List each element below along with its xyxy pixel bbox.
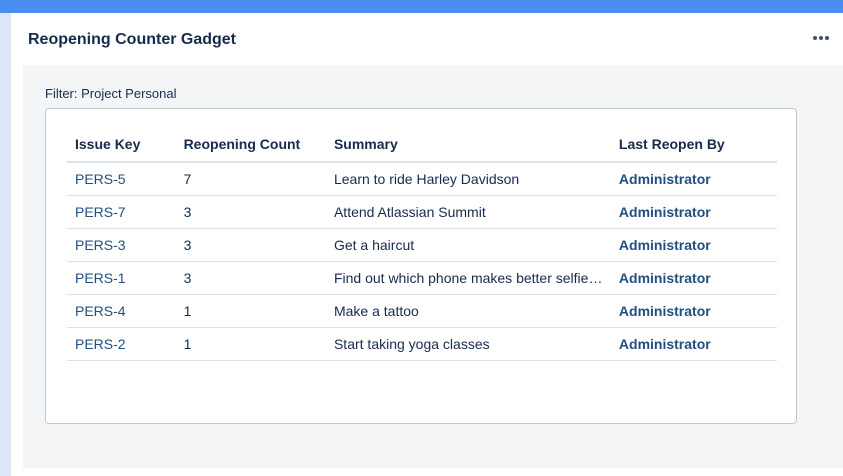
- header-summary: Summary: [325, 127, 611, 163]
- issue-key-link[interactable]: PERS-1: [75, 270, 126, 286]
- table-row: PERS-4 1 Make a tattoo Administrator: [67, 294, 777, 328]
- table-header-row: Issue Key Reopening Count Summary Last R…: [67, 127, 777, 163]
- user-link[interactable]: Administrator: [619, 270, 711, 286]
- table-row: PERS-1 3 Find out which phone makes bett…: [67, 261, 777, 295]
- issue-key-cell: PERS-1: [67, 261, 176, 295]
- gadget-container: Reopening Counter Gadget Filter: Project…: [11, 13, 843, 476]
- more-options-button[interactable]: [809, 27, 833, 49]
- issue-key-cell: PERS-4: [67, 294, 176, 328]
- summary-text: Attend Atlassian Summit: [333, 204, 486, 220]
- table-row: PERS-2 1 Start taking yoga classes Admin…: [67, 327, 777, 361]
- summary-text: Learn to ride Harley Davidson: [333, 171, 520, 187]
- gadget-body: Filter: Project Personal Issue Key Reope…: [23, 65, 843, 468]
- gadget-title: Reopening Counter Gadget: [28, 31, 236, 48]
- reopening-count-cell: 3: [175, 228, 326, 262]
- top-accent-bar: [0, 0, 843, 13]
- header-reopening-count: Reopening Count: [175, 127, 326, 163]
- table-row: PERS-5 7 Learn to ride Harley Davidson A…: [67, 162, 777, 196]
- filter-label: Filter: Project Personal: [45, 86, 177, 101]
- summary-text: Get a haircut: [333, 237, 415, 253]
- user-link[interactable]: Administrator: [619, 303, 711, 319]
- user-link[interactable]: Administrator: [619, 204, 711, 220]
- summary-text: Start taking yoga classes: [333, 336, 490, 352]
- summary-cell: Find out which phone makes better selfie…: [325, 261, 611, 295]
- issue-key-link[interactable]: PERS-2: [75, 336, 126, 352]
- last-reopen-by-cell: Administrator: [610, 195, 777, 229]
- more-horizontal-icon: [825, 36, 829, 40]
- reopening-count-cell: 7: [175, 162, 326, 196]
- reopening-count-cell: 3: [175, 261, 326, 295]
- issue-key-cell: PERS-2: [67, 327, 176, 361]
- issue-key-link[interactable]: PERS-5: [75, 171, 126, 187]
- summary-cell: Start taking yoga classes: [325, 327, 611, 361]
- user-link[interactable]: Administrator: [619, 171, 711, 187]
- more-horizontal-icon: [819, 36, 823, 40]
- issue-key-link[interactable]: PERS-3: [75, 237, 126, 253]
- summary-cell: Attend Atlassian Summit: [325, 195, 611, 229]
- summary-cell: Make a tattoo: [325, 294, 611, 328]
- issue-key-cell: PERS-7: [67, 195, 176, 229]
- last-reopen-by-cell: Administrator: [610, 327, 777, 361]
- last-reopen-by-cell: Administrator: [610, 294, 777, 328]
- issue-key-link[interactable]: PERS-4: [75, 303, 126, 319]
- last-reopen-by-cell: Administrator: [610, 162, 777, 196]
- results-panel: Issue Key Reopening Count Summary Last R…: [45, 108, 797, 424]
- summary-text: Find out which phone makes better selfie…: [333, 270, 603, 286]
- summary-text: Make a tattoo: [333, 303, 419, 319]
- header-issue-key: Issue Key: [67, 127, 176, 163]
- issue-key-cell: PERS-5: [67, 162, 176, 196]
- user-link[interactable]: Administrator: [619, 336, 711, 352]
- summary-cell: Get a haircut: [325, 228, 611, 262]
- reopening-count-cell: 3: [175, 195, 326, 229]
- user-link[interactable]: Administrator: [619, 237, 711, 253]
- gadget-header: Reopening Counter Gadget: [11, 13, 843, 65]
- last-reopen-by-cell: Administrator: [610, 228, 777, 262]
- last-reopen-by-cell: Administrator: [610, 261, 777, 295]
- reopening-count-cell: 1: [175, 327, 326, 361]
- more-horizontal-icon: [813, 36, 817, 40]
- header-last-reopen-by: Last Reopen By: [610, 127, 777, 163]
- table-row: PERS-3 3 Get a haircut Administrator: [67, 228, 777, 262]
- issue-key-link[interactable]: PERS-7: [75, 204, 126, 220]
- reopening-table: Issue Key Reopening Count Summary Last R…: [67, 127, 777, 361]
- reopening-count-cell: 1: [175, 294, 326, 328]
- table-row: PERS-7 3 Attend Atlassian Summit Adminis…: [67, 195, 777, 229]
- issue-key-cell: PERS-3: [67, 228, 176, 262]
- summary-cell: Learn to ride Harley Davidson: [325, 162, 611, 196]
